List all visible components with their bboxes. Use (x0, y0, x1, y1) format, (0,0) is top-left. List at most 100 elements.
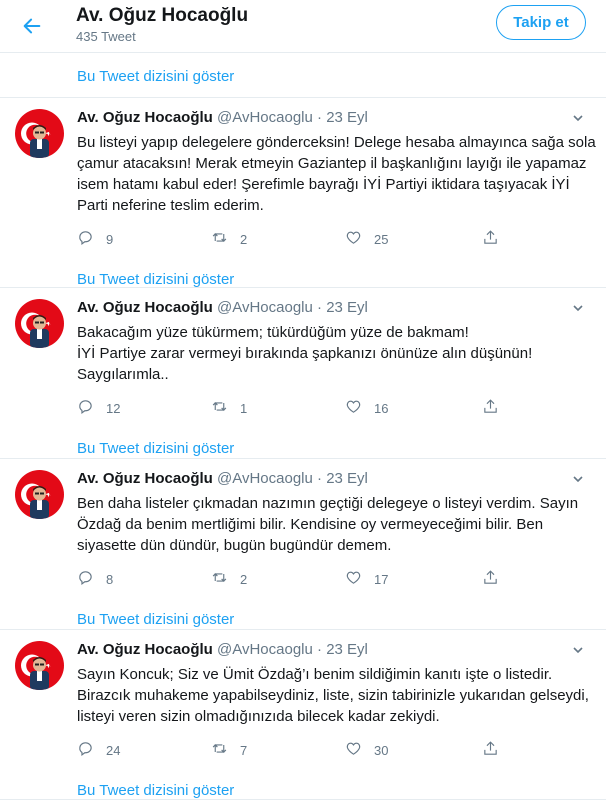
share-icon (482, 740, 499, 760)
retweet-button[interactable]: 7 (211, 740, 247, 760)
tweet-text-line: çamur atacaksın! Merak etmeyin Gaziantep… (77, 155, 587, 172)
divider (0, 97, 606, 98)
retweet-icon (211, 740, 228, 760)
retweet-icon (211, 569, 228, 589)
like-button[interactable]: 17 (345, 569, 388, 589)
retweet-button[interactable]: 2 (211, 569, 247, 589)
share-button[interactable] (482, 398, 499, 418)
reply-icon (77, 229, 94, 249)
like-count: 17 (374, 571, 389, 587)
like-count: 30 (374, 742, 389, 758)
retweet-icon (211, 398, 228, 418)
retweet-button[interactable]: 1 (211, 398, 247, 418)
share-button[interactable] (482, 229, 499, 249)
reply-icon (77, 740, 94, 760)
flag-avatar-image (15, 470, 64, 519)
separator-dot: · (317, 470, 323, 487)
tweet-text-line: Sayın Koncuk; Siz ve Ümit Özdağ’ı benim … (77, 666, 553, 683)
reply-button[interactable]: 9 (77, 229, 113, 249)
share-button[interactable] (482, 740, 499, 760)
avatar[interactable] (15, 641, 64, 690)
author-name[interactable]: Av. Oğuz Hocaoğlu (77, 109, 213, 126)
tweet-text: Bakacağım yüze tükürmem; tükürdüğüm yüze… (77, 322, 587, 385)
share-icon (482, 569, 499, 589)
heart-icon (345, 569, 362, 589)
tweet-actions: 24 7 30 (77, 740, 527, 758)
arrow-left-icon (23, 18, 41, 34)
tweet-date[interactable]: 23 Eyl (326, 109, 368, 126)
reply-count: 24 (106, 742, 121, 758)
divider (0, 287, 606, 288)
reply-button[interactable]: 12 (77, 398, 120, 418)
tweet-header: Av. Oğuz Hocaoğlu @AvHocaoglu · 23 Eyl (77, 470, 368, 487)
avatar[interactable] (15, 109, 64, 158)
share-icon (482, 229, 499, 249)
separator-dot: · (317, 299, 323, 316)
show-thread-link[interactable]: Bu Tweet dizisini göster (77, 440, 234, 457)
tweet-text-line: Bakacağım yüze tükürmem; tükürdüğüm yüze… (77, 324, 469, 341)
back-button[interactable] (14, 8, 50, 44)
retweet-count: 2 (240, 571, 248, 587)
like-count: 25 (374, 231, 389, 247)
show-thread-link[interactable]: Bu Tweet dizisini göster (77, 68, 234, 85)
tweet-menu-button[interactable] (570, 642, 586, 658)
share-button[interactable] (482, 569, 499, 589)
avatar[interactable] (15, 470, 64, 519)
tweet-text: Bu listeyi yapıp delegelere gönderceksin… (77, 132, 596, 216)
reply-icon (77, 569, 94, 589)
author-handle[interactable]: @AvHocaoglu (217, 299, 313, 316)
tweet-menu-button[interactable] (570, 300, 586, 316)
share-icon (482, 398, 499, 418)
divider (0, 799, 606, 800)
author-handle[interactable]: @AvHocaoglu (217, 109, 313, 126)
tweet-date[interactable]: 23 Eyl (326, 299, 368, 316)
reply-button[interactable]: 8 (77, 569, 113, 589)
like-button[interactable]: 30 (345, 740, 388, 760)
profile-header: Av. Oğuz Hocaoğlu 435 Tweet Takip et (0, 0, 606, 53)
retweet-button[interactable]: 2 (211, 229, 247, 249)
show-thread-link[interactable]: Bu Tweet dizisini göster (77, 782, 234, 799)
tweet-text-line: Saygılarımla.. (77, 366, 169, 383)
flag-avatar-image (15, 641, 64, 690)
tweet-count: 435 Tweet (76, 29, 136, 44)
heart-icon (345, 398, 362, 418)
tweet-text: Sayın Koncuk; Siz ve Ümit Özdağ’ı benim … (77, 664, 589, 727)
show-thread-link[interactable]: Bu Tweet dizisini göster (77, 611, 234, 628)
author-handle[interactable]: @AvHocaoglu (217, 470, 313, 487)
flag-avatar-image (15, 299, 64, 348)
tweet-text-line: Birazcık muhakeme yapabilseydiniz, liste… (77, 687, 589, 704)
tweet-header: Av. Oğuz Hocaoğlu @AvHocaoglu · 23 Eyl (77, 299, 368, 316)
tweet-menu-button[interactable] (570, 110, 586, 126)
show-thread-link[interactable]: Bu Tweet dizisini göster (77, 271, 234, 288)
tweet-text-line: Özdağ da benim mertliğimi bilir. Kendisi… (77, 516, 544, 533)
tweet-text-line: listeyi veren sizin olmadığınızıda bilec… (77, 708, 440, 725)
follow-button[interactable]: Takip et (496, 5, 586, 40)
reply-button[interactable]: 24 (77, 740, 120, 760)
tweet-actions: 9 2 25 (77, 229, 527, 247)
chevron-down-icon (573, 476, 583, 483)
like-button[interactable]: 16 (345, 398, 388, 418)
reply-count: 12 (106, 400, 121, 416)
tweet-menu-button[interactable] (570, 471, 586, 487)
tweet-text-line: Bu listeyi yapıp delegelere gönderceksin… (77, 134, 596, 151)
tweet-date[interactable]: 23 Eyl (326, 470, 368, 487)
tweet-text: Ben daha listeler çıkmadan nazımın geçti… (77, 493, 587, 556)
author-name[interactable]: Av. Oğuz Hocaoğlu (77, 641, 213, 658)
author-name[interactable]: Av. Oğuz Hocaoğlu (77, 470, 213, 487)
tweet-text-line: Ben daha listeler çıkmadan nazımın geçti… (77, 495, 579, 512)
avatar[interactable] (15, 299, 64, 348)
like-button[interactable]: 25 (345, 229, 388, 249)
like-count: 16 (374, 400, 389, 416)
tweet-header: Av. Oğuz Hocaoğlu @AvHocaoglu · 23 Eyl (77, 109, 368, 126)
retweet-count: 2 (240, 231, 248, 247)
tweet-date[interactable]: 23 Eyl (326, 641, 368, 658)
divider (0, 629, 606, 630)
retweet-count: 1 (240, 400, 248, 416)
author-name[interactable]: Av. Oğuz Hocaoğlu (77, 299, 213, 316)
reply-count: 8 (106, 571, 114, 587)
author-handle[interactable]: @AvHocaoglu (217, 641, 313, 658)
flag-avatar-image (15, 109, 64, 158)
tweet-actions: 12 1 16 (77, 398, 527, 416)
chevron-down-icon (573, 647, 583, 654)
tweet-text-line: siyasette dün dündür, bugün bugündür dem… (77, 537, 392, 554)
